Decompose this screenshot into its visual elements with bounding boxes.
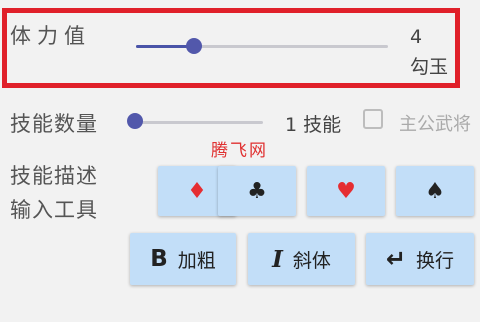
bold-button[interactable]: B 加粗 bbox=[130, 233, 236, 285]
description-tools-label-line2: 输入工具 bbox=[10, 198, 98, 222]
stamina-unit: 勾玉 bbox=[410, 56, 449, 78]
stamina-slider-track[interactable] bbox=[136, 45, 388, 48]
heart-icon: ♥ bbox=[336, 178, 356, 204]
insert-heart-button[interactable]: ♥ bbox=[307, 166, 385, 216]
stamina-slider-thumb[interactable] bbox=[186, 38, 202, 54]
bold-icon: B bbox=[150, 246, 168, 272]
newline-icon: ↵ bbox=[385, 245, 407, 273]
insert-spade-button[interactable]: ♠ bbox=[396, 166, 474, 216]
stamina-value: 4 bbox=[410, 26, 423, 48]
newline-button[interactable]: ↵ 换行 bbox=[366, 233, 474, 285]
italic-button-label: 斜体 bbox=[292, 249, 331, 272]
description-tools-label-line1: 技能描述 bbox=[10, 164, 98, 188]
insert-club-button[interactable]: ♣ bbox=[218, 166, 296, 216]
club-icon: ♣ bbox=[247, 178, 267, 204]
spade-icon: ♠ bbox=[425, 178, 445, 204]
stamina-label: 体力值 bbox=[10, 24, 91, 48]
skill-count-slider-track[interactable] bbox=[133, 121, 263, 124]
lord-checkbox[interactable] bbox=[363, 109, 383, 129]
skill-count-slider-thumb[interactable] bbox=[127, 113, 143, 129]
skill-count-label: 技能数量 bbox=[10, 112, 98, 136]
newline-button-label: 换行 bbox=[416, 249, 455, 272]
lord-checkbox-label[interactable]: 主公武将 bbox=[399, 110, 471, 136]
skill-count-value: 1 技能 bbox=[285, 114, 342, 136]
italic-button[interactable]: I 斜体 bbox=[248, 233, 355, 285]
bold-button-label: 加粗 bbox=[177, 249, 216, 272]
italic-icon: I bbox=[272, 245, 283, 273]
diamond-icon: ♦ bbox=[187, 178, 207, 204]
watermark: 腾飞网 bbox=[211, 141, 268, 161]
